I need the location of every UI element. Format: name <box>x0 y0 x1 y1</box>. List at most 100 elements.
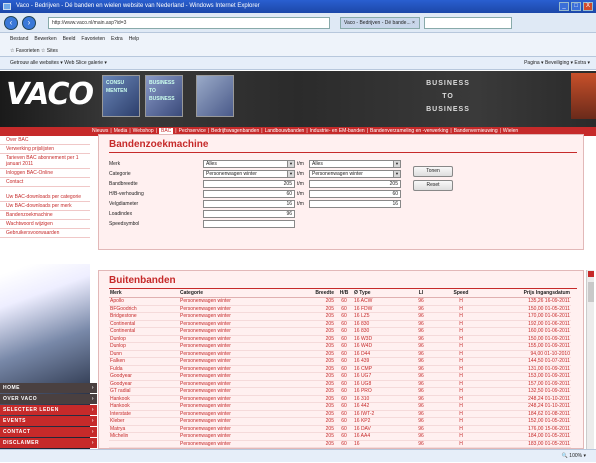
toolbar-right[interactable]: Pagina ▾ Beveiliging ▾ Extra ▾ <box>524 57 590 70</box>
forward-button[interactable]: › <box>22 16 36 30</box>
table-cell: Personenwagen winter <box>179 335 299 343</box>
table-row[interactable]: Fulda Personenwagen winter 205 60 16 CMP 96 H 1… <box>109 365 571 373</box>
sidebar-link[interactable]: Uw BAC-downloads per categorie <box>0 193 90 202</box>
chevron-right-icon: › <box>91 429 94 435</box>
close-button[interactable]: X <box>583 2 593 11</box>
table-cell: 96 <box>401 410 441 418</box>
field-input-to[interactable]: 60 <box>309 190 401 198</box>
field-input[interactable]: 60 <box>203 190 295 198</box>
vaco-logo[interactable]: VACO <box>6 77 94 112</box>
column-header[interactable]: Ø Type <box>353 290 401 298</box>
column-header[interactable]: Categorie <box>179 290 299 298</box>
select-value: Personenwagen winter <box>312 171 363 177</box>
menu-item[interactable]: Extra <box>111 36 123 42</box>
table-cell: 60 <box>335 402 353 411</box>
table-cell: H <box>441 387 481 396</box>
column-header[interactable]: Prijs Ingangsdatum <box>481 290 571 298</box>
table-row[interactable]: Bridgestone Personenwagen winter 205 60 16 L… <box>109 312 571 321</box>
table-row[interactable]: BFGoodrich Personenwagen winter 205 60 16 FD… <box>109 305 571 313</box>
table-row[interactable]: Hankook Personenwagen winter 205 60 16 442 96… <box>109 402 571 411</box>
table-cell: 60 <box>335 425 353 433</box>
chevron-down-icon[interactable]: ▼ <box>287 171 294 177</box>
column-header[interactable]: H/B <box>335 290 353 298</box>
table-cell: 205 <box>299 365 335 373</box>
sidebar-link[interactable]: Over BAC <box>0 136 90 145</box>
header-box-consumenten[interactable]: CONSU MENTEN <box>102 75 140 117</box>
scroll-thumb[interactable] <box>588 282 594 302</box>
column-header[interactable]: Speed <box>441 290 481 298</box>
tonen-button[interactable]: Tonen <box>413 166 453 177</box>
table-cell: 60 <box>335 350 353 358</box>
field-input[interactable] <box>203 220 295 228</box>
table-cell: 16 UG7 <box>353 372 401 381</box>
field-input[interactable]: 16 <box>203 200 295 208</box>
field-input[interactable]: 205 <box>203 180 295 188</box>
field-input-to[interactable]: 16 <box>309 200 401 208</box>
menu-item[interactable]: Beeld <box>63 36 76 42</box>
column-header[interactable]: Breedte <box>299 290 335 298</box>
field-select[interactable]: Alles ▼ <box>203 160 295 168</box>
column-header[interactable]: Merk <box>109 290 179 298</box>
browser-tab-active[interactable]: Vaco - Bedrijven - Dé bande... × <box>340 17 420 29</box>
table-cell: 205 <box>299 335 335 343</box>
menu-item[interactable]: Bestand <box>10 36 28 42</box>
sidebar-link[interactable]: Contact <box>0 178 90 187</box>
field-select-to[interactable]: Personenwagen winter ▼ <box>309 170 401 178</box>
chevron-down-icon[interactable]: ▼ <box>393 171 400 177</box>
table-row[interactable]: Dunlop Personenwagen winter 205 60 16 W3D 96 H… <box>109 335 571 343</box>
table-row[interactable]: Michelin Personenwagen winter 205 60 16 AA4 9… <box>109 432 571 441</box>
results-scrollbar[interactable] <box>586 270 594 449</box>
sidebar-link[interactable]: Gebruikersvoorwaarden <box>0 229 90 238</box>
header-box-business[interactable]: BUSINESS TO BUSINESS <box>145 75 183 117</box>
sidebar-menu-item[interactable]: OVER VACO › <box>0 394 97 404</box>
menu-item[interactable]: Favorieten <box>81 36 105 42</box>
field-select[interactable]: Personenwagen winter ▼ <box>203 170 295 178</box>
table-row[interactable]: Dunlop Personenwagen winter 205 60 16 W4D 96 H… <box>109 342 571 351</box>
search-box[interactable] <box>424 17 512 29</box>
zoom-control[interactable]: 🔍 100% ▾ <box>562 450 586 463</box>
favorites-bar[interactable]: ☆ Favorieten ☆ Sites <box>0 45 596 57</box>
table-row[interactable]: Dunn Personenwagen winter 205 60 16 D44 96 H 94… <box>109 350 571 358</box>
sidebar-link[interactable]: Inloggen BAC-Online <box>0 169 90 178</box>
toolbar-left[interactable]: Getrouw alle websites ▾ Web Slice galeri… <box>0 60 107 66</box>
column-header[interactable]: LI <box>401 290 441 298</box>
table-row[interactable]: Personenwagen winter 205 60 16 96 H 183,00 01-… <box>109 440 571 448</box>
menu-item[interactable]: Bewerken <box>34 36 56 42</box>
chevron-down-icon[interactable]: ▼ <box>287 161 294 167</box>
sidebar-link[interactable]: Bandenzoekmachine <box>0 211 90 220</box>
maximize-button[interactable]: □ <box>571 2 581 11</box>
select-value: Alles <box>206 161 217 167</box>
field-input[interactable]: 96 <box>203 210 295 218</box>
menu-item[interactable]: Help <box>129 36 139 42</box>
table-row[interactable]: GT radial Personenwagen winter 205 60 16 PRO… <box>109 387 571 396</box>
table-cell: 96 <box>401 320 441 328</box>
sidebar-menu-item[interactable]: HOME › <box>0 383 97 393</box>
sidebar-menu-item[interactable]: EVENTS › <box>0 416 97 426</box>
url-input[interactable]: http://www.vaco.nl/main.asp?id=3 <box>48 17 330 29</box>
sidebar-link[interactable]: Tarieven BAC abonnement per 1 januari 20… <box>0 154 90 169</box>
scroll-up-icon[interactable] <box>588 271 594 277</box>
sidebar-menu-item[interactable]: SELECTEER LEDEN › <box>0 405 97 415</box>
table-row[interactable]: Goodyear Personenwagen winter 205 60 16 UG7 9… <box>109 372 571 381</box>
table-row[interactable]: Kleber Personenwagen winter 205 60 16 KP2 96 H… <box>109 417 571 426</box>
back-button[interactable]: ‹ <box>4 16 18 30</box>
reset-button[interactable]: Reset <box>413 180 453 191</box>
field-input-to[interactable]: 205 <box>309 180 401 188</box>
table-row[interactable]: Continental Personenwagen winter 205 60 16 8… <box>109 327 571 336</box>
business-line: BUSINESS <box>426 80 470 87</box>
table-row[interactable]: Interstate Personenwagen winter 205 60 16 IW… <box>109 410 571 418</box>
table-row[interactable]: Hankook Personenwagen winter 205 60 16 310 96… <box>109 395 571 403</box>
minimize-button[interactable]: _ <box>559 2 569 11</box>
table-row[interactable]: Continental Personenwagen winter 205 60 16 8… <box>109 320 571 328</box>
sidebar-link[interactable]: Verwerking prijslijsten <box>0 145 90 154</box>
table-row[interactable]: Falken Personenwagen winter 205 60 16 439 96 H… <box>109 357 571 366</box>
table-row[interactable]: Matrya Personenwagen winter 205 60 16 DAV 96 H… <box>109 425 571 433</box>
table-row[interactable]: Apollo Personenwagen winter 205 60 16 ACW 96 H… <box>109 297 571 306</box>
sidebar-link[interactable]: Uw BAC-downloads per merk <box>0 202 90 211</box>
chevron-down-icon[interactable]: ▼ <box>393 161 400 167</box>
sidebar-menu-item[interactable]: DISCLAIMER › <box>0 438 97 448</box>
table-row[interactable]: Goodyear Personenwagen winter 205 60 16 UG8 9… <box>109 380 571 388</box>
sidebar-menu-item[interactable]: CONTACT › <box>0 427 97 437</box>
sidebar-link[interactable]: Wachtwoord wijzigen <box>0 220 90 229</box>
field-select-to[interactable]: Alles ▼ <box>309 160 401 168</box>
